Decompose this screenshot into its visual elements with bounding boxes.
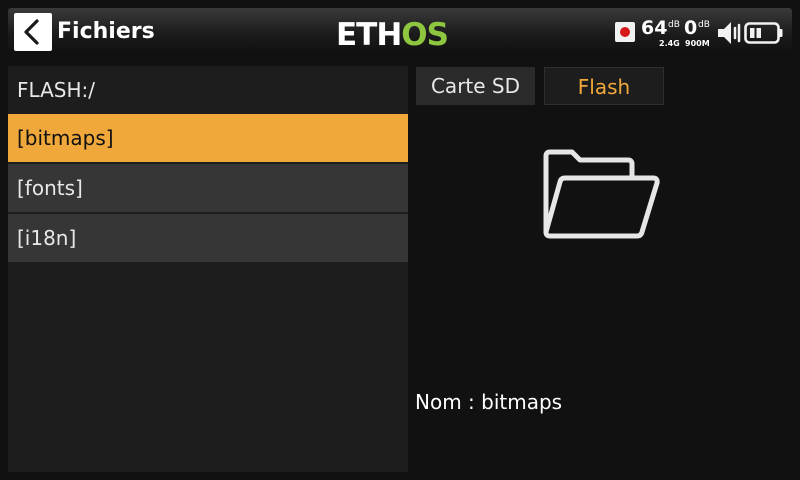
file-browser-panel: FLASH:/ [bitmaps] [fonts] [i18n] [8, 66, 408, 472]
folder-open-icon [543, 149, 660, 239]
top-bar: Fichiers ETHOS 64 dB 0 dB 2.4G 900M [0, 0, 800, 58]
band-2-label: 900M [685, 39, 710, 48]
tab-flash[interactable]: Flash [544, 67, 664, 105]
selected-name-label: Nom : bitmaps [415, 390, 563, 414]
chevron-left-icon [24, 19, 39, 45]
list-item-i18n[interactable]: [i18n] [8, 214, 408, 262]
current-path: FLASH:/ [17, 78, 95, 102]
rssi-1-unit: dB [668, 20, 680, 30]
speaker-icon[interactable] [716, 19, 742, 47]
telemetry-readout: 64 dB 0 dB 2.4G 900M [640, 17, 715, 49]
rssi-2-value: 0 [684, 17, 698, 39]
list-item-bitmaps[interactable]: [bitmaps] [8, 114, 408, 162]
band-1-label: 2.4G [659, 39, 680, 48]
ethos-logo: ETHOS [336, 17, 449, 50]
tab-sd-card[interactable]: Carte SD [416, 67, 535, 105]
battery-icon [744, 22, 783, 44]
record-icon [615, 22, 635, 42]
svg-text:ETHOS: ETHOS [336, 17, 448, 50]
page-title: Fichiers [57, 19, 155, 44]
back-button[interactable] [14, 13, 52, 51]
rssi-2-unit: dB [698, 20, 710, 30]
list-item-fonts[interactable]: [fonts] [8, 164, 408, 212]
rssi-1-value: 64 [641, 17, 668, 39]
file-list: [bitmaps] [fonts] [i18n] [8, 114, 408, 264]
